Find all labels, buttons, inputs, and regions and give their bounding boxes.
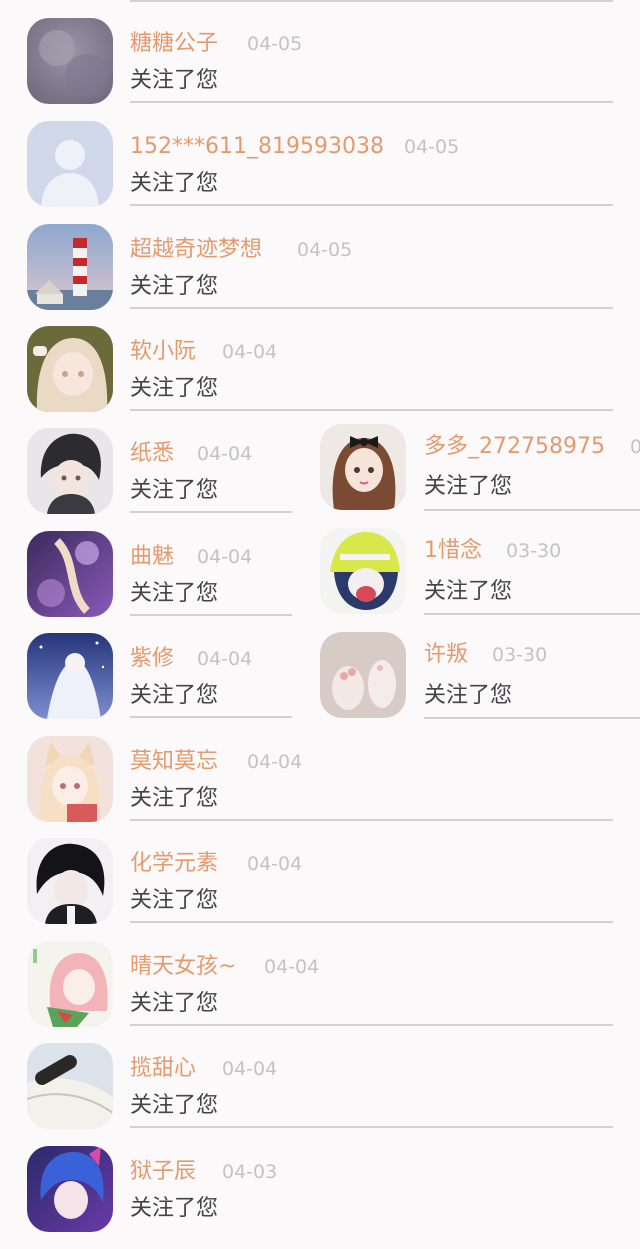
anime-boy-dark-avatar[interactable] <box>27 428 113 514</box>
list-item[interactable]: 狱子辰 04-03 关注了您 <box>27 1146 613 1249</box>
divider <box>130 307 613 309</box>
divider <box>130 921 613 923</box>
anime-girl-pink-hair-avatar[interactable] <box>27 941 113 1027</box>
divider <box>130 716 292 718</box>
anime-girl-blonde-avatar[interactable] <box>27 326 113 412</box>
top-divider <box>130 0 613 2</box>
anime-catgirl-avatar[interactable] <box>27 736 113 822</box>
user-name[interactable]: 多多_272758975 <box>424 432 605 462</box>
follow-date: 03-30 <box>506 540 562 562</box>
list-item[interactable]: 化学元素 04-04 关注了您 <box>27 838 613 941</box>
follow-date: 04-05 <box>247 33 303 55</box>
list-item[interactable]: 揽甜心 04-04 关注了您 <box>27 1043 613 1146</box>
list-item[interactable]: 超越奇迹梦想 04-05 关注了您 <box>27 224 613 327</box>
follow-action-text: 关注了您 <box>130 68 219 93</box>
divider <box>130 614 292 616</box>
divider <box>130 101 613 103</box>
user-name[interactable]: 紫修 <box>130 644 174 674</box>
user-name[interactable]: 1惜念 <box>424 536 482 566</box>
user-name[interactable]: 糖糖公子 <box>130 29 218 59</box>
divider <box>130 1024 613 1026</box>
list-item-overlay[interactable]: 许叛 03-30 关注了您 <box>320 632 640 735</box>
cartoon-girl-bow-avatar[interactable] <box>320 424 406 510</box>
follow-date: 04-05 <box>404 136 460 158</box>
list-item-overlay[interactable]: 多多_272758975 0 关注了您 <box>320 424 640 527</box>
follow-date: 04-04 <box>222 341 278 363</box>
divider <box>424 717 640 719</box>
user-name[interactable]: 狱子辰 <box>130 1157 196 1187</box>
user-name[interactable]: 软小阮 <box>130 337 196 367</box>
user-name[interactable]: 曲魅 <box>130 542 174 572</box>
list-item[interactable]: 晴天女孩~ 04-04 关注了您 <box>27 941 613 1044</box>
user-name[interactable]: 莫知莫忘 <box>130 747 218 777</box>
follow-action-text: 关注了您 <box>130 1196 219 1221</box>
lighthouse-avatar[interactable] <box>27 224 113 310</box>
follow-date: 03-30 <box>492 644 548 666</box>
purple-gray-blur-avatar[interactable] <box>27 18 113 104</box>
follow-date: 04-04 <box>264 956 320 978</box>
anime-boy-blue-avatar[interactable] <box>27 1146 113 1232</box>
user-name[interactable]: 化学元素 <box>130 849 218 879</box>
follow-action-text: 关注了您 <box>130 171 219 196</box>
list-item[interactable]: 糖糖公子 04-05 关注了您 <box>27 18 613 121</box>
divider <box>424 509 640 511</box>
list-item[interactable]: 紫修 04-04 关注了您 <box>27 633 292 736</box>
follow-action-text: 关注了您 <box>130 888 219 913</box>
divider <box>130 409 613 411</box>
follow-date: 04-04 <box>222 1058 278 1080</box>
user-name[interactable]: 纸悉 <box>130 439 174 469</box>
follow-date: 04-04 <box>197 443 253 465</box>
divider <box>130 819 613 821</box>
list-item[interactable]: 纸悉 04-04 关注了您 <box>27 428 292 531</box>
follow-action-text: 关注了您 <box>130 991 219 1016</box>
follow-action-text: 关注了您 <box>130 786 219 811</box>
kitten-paws-avatar[interactable] <box>320 632 406 718</box>
list-item[interactable]: 软小阮 04-04 关注了您 <box>27 326 613 429</box>
follow-date: 04-04 <box>197 648 253 670</box>
follow-action-text: 关注了您 <box>424 474 513 499</box>
night-sky-girl-avatar[interactable] <box>27 633 113 719</box>
follow-date: 04-04 <box>247 751 303 773</box>
divider <box>424 613 640 615</box>
follow-date: 0 <box>630 436 640 458</box>
chibi-green-hat-avatar[interactable] <box>320 528 406 614</box>
follow-action-text: 关注了您 <box>130 581 219 606</box>
follow-date: 04-03 <box>222 1161 278 1183</box>
list-item[interactable]: 莫知莫忘 04-04 关注了您 <box>27 736 613 839</box>
follow-date: 04-04 <box>197 546 253 568</box>
list-item[interactable]: 152***611_819593038 04-05 关注了您 <box>27 121 613 224</box>
list-item[interactable]: 曲魅 04-04 关注了您 <box>27 531 292 634</box>
purple-floral-avatar[interactable] <box>27 531 113 617</box>
user-name[interactable]: 152***611_819593038 <box>130 132 384 162</box>
follow-date: 04-05 <box>297 239 353 261</box>
user-name[interactable]: 揽甜心 <box>130 1054 196 1084</box>
divider <box>130 1126 613 1128</box>
user-name[interactable]: 许叛 <box>424 640 468 670</box>
follow-action-text: 关注了您 <box>424 683 513 708</box>
divider <box>130 511 292 513</box>
user-name[interactable]: 晴天女孩~ <box>130 952 236 982</box>
follow-action-text: 关注了您 <box>130 274 219 299</box>
follow-date: 04-04 <box>247 853 303 875</box>
list-item-overlay[interactable]: 1惜念 03-30 关注了您 <box>320 528 640 631</box>
follow-action-text: 关注了您 <box>130 683 219 708</box>
divider <box>130 204 613 206</box>
user-name[interactable]: 超越奇迹梦想 <box>130 235 262 265</box>
follow-action-text: 关注了您 <box>130 478 219 503</box>
book-avatar[interactable] <box>27 1043 113 1129</box>
follow-action-text: 关注了您 <box>130 376 219 401</box>
follow-action-text: 关注了您 <box>130 1093 219 1118</box>
anime-boy-black-hair-avatar[interactable] <box>27 838 113 924</box>
default-person-avatar[interactable] <box>27 121 113 207</box>
follow-action-text: 关注了您 <box>424 579 513 604</box>
